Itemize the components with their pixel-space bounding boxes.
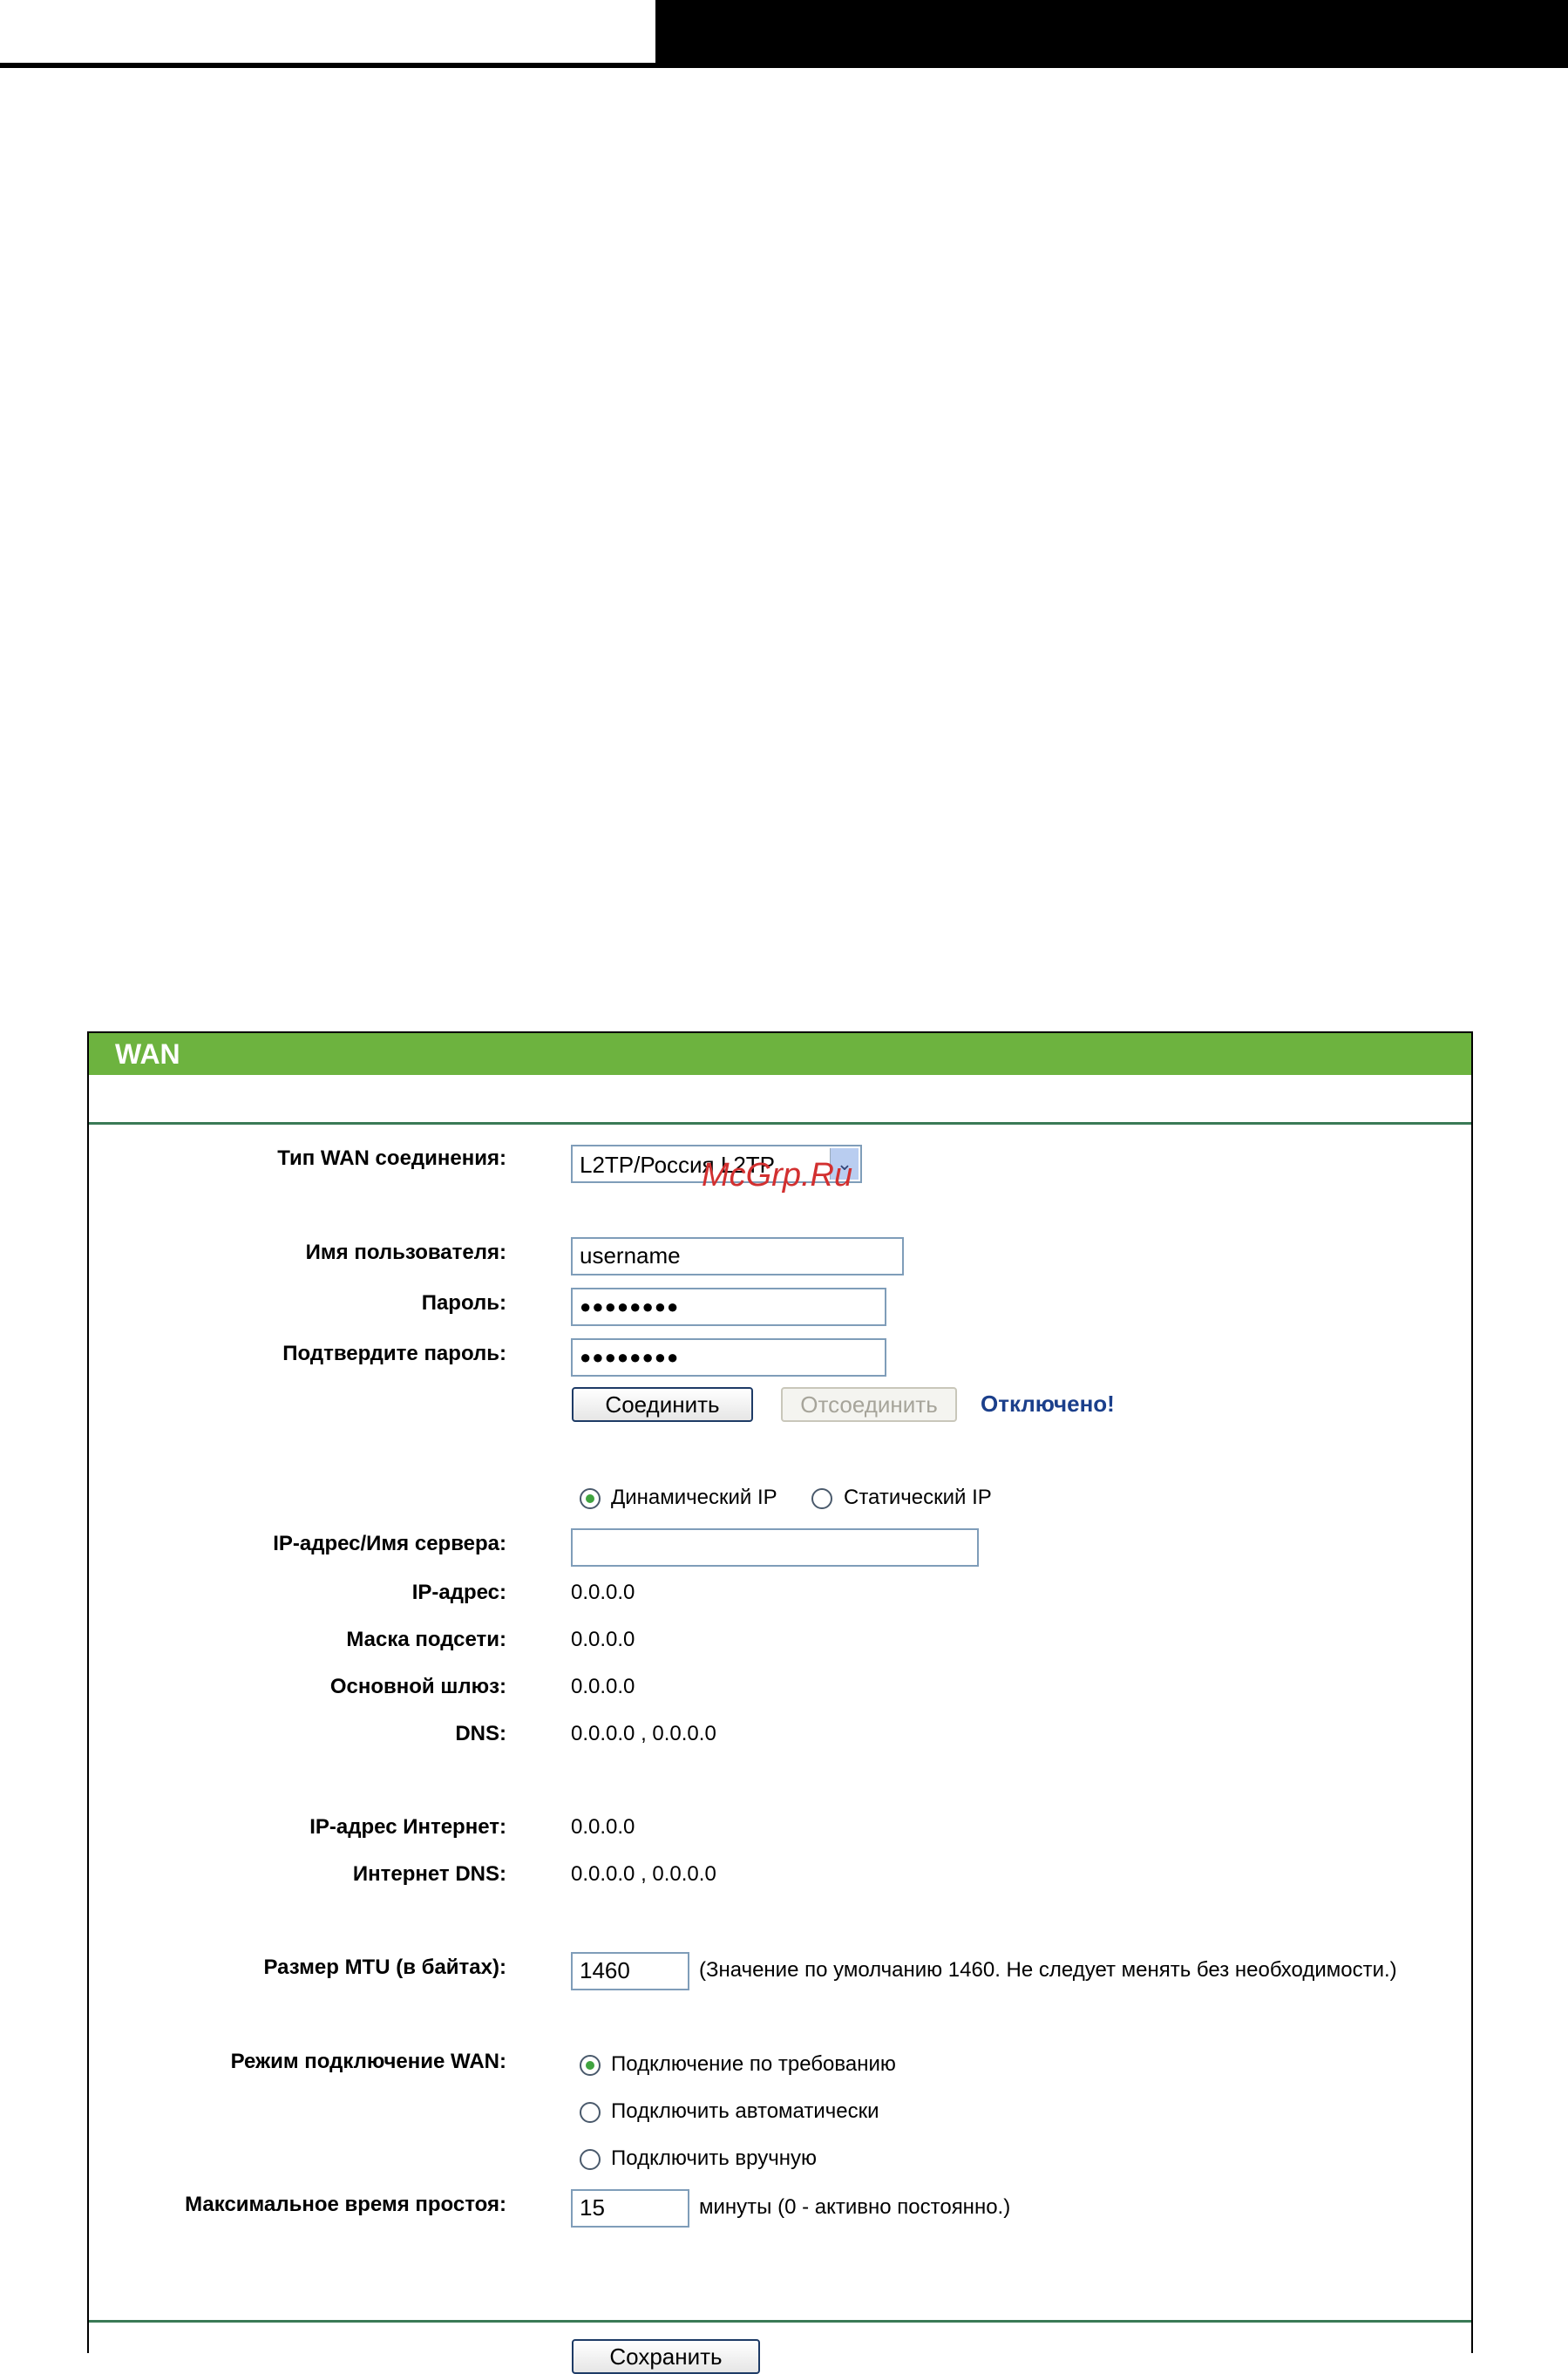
idle-hint: минуты (0 - активно постоянно.) bbox=[699, 2195, 1011, 2219]
divider-top bbox=[89, 1122, 1471, 1125]
wan-mode-option-manual: Подключить вручную bbox=[611, 2146, 817, 2170]
mask-value: 0.0.0.0 bbox=[571, 1628, 635, 1651]
top-dark-banner bbox=[655, 0, 1568, 68]
mask-label: Маска подсети: bbox=[346, 1628, 506, 1651]
connection-status: Отключено! bbox=[981, 1391, 1115, 1417]
inet-dns-label: Интернет DNS: bbox=[352, 1862, 506, 1886]
dns-value: 0.0.0.0 , 0.0.0.0 bbox=[571, 1722, 716, 1745]
watermark: McGrp.Ru bbox=[702, 1157, 853, 1194]
wan-panel: WAN Тип WAN соединения: L2TP/Россия L2TP… bbox=[87, 1031, 1473, 2374]
inet-ip-label: IP-адрес Интернет: bbox=[309, 1815, 506, 1839]
panel-header: WAN bbox=[89, 1033, 1471, 1075]
inet-dns-value: 0.0.0.0 , 0.0.0.0 bbox=[571, 1862, 716, 1886]
wan-mode-radio-manual[interactable] bbox=[580, 2149, 601, 2170]
confirm-password-label: Подтвердите пароль: bbox=[282, 1342, 506, 1365]
confirm-password-field[interactable]: ●●●●●●●● bbox=[571, 1338, 886, 1377]
disconnect-button[interactable]: Отсоединить bbox=[781, 1387, 957, 1422]
password-field[interactable]: ●●●●●●●● bbox=[571, 1288, 886, 1326]
radio-selected-dot bbox=[586, 1494, 594, 1503]
gateway-value: 0.0.0.0 bbox=[571, 1675, 635, 1698]
dynamic-ip-radio[interactable] bbox=[580, 1488, 601, 1509]
panel-title: WAN bbox=[115, 1038, 180, 1070]
idle-field[interactable]: 15 bbox=[571, 2189, 689, 2228]
wan-mode-label: Режим подключение WAN: bbox=[230, 2050, 506, 2073]
server-label: IP-адрес/Имя сервера: bbox=[273, 1532, 506, 1555]
dynamic-ip-label: Динамический IP bbox=[611, 1486, 777, 1509]
password-label: Пароль: bbox=[421, 1291, 506, 1315]
static-ip-label: Статический IP bbox=[844, 1486, 992, 1509]
wan-mode-radio-on-demand[interactable] bbox=[580, 2055, 601, 2076]
wan-type-label: Тип WAN соединения: bbox=[277, 1146, 506, 1170]
divider-bottom bbox=[89, 2320, 1471, 2323]
static-ip-radio[interactable] bbox=[811, 1488, 832, 1509]
ip-value: 0.0.0.0 bbox=[571, 1581, 635, 1604]
mtu-hint: (Значение по умолчанию 1460. Не следует … bbox=[699, 1958, 1397, 1982]
dns-label: DNS: bbox=[455, 1722, 506, 1745]
save-button[interactable]: Сохранить bbox=[572, 2339, 760, 2374]
username-label: Имя пользователя: bbox=[305, 1241, 506, 1264]
ip-label: IP-адрес: bbox=[411, 1581, 506, 1604]
connect-button[interactable]: Соединить bbox=[572, 1387, 753, 1422]
mtu-field[interactable]: 1460 bbox=[571, 1952, 689, 1990]
gateway-label: Основной шлюз: bbox=[329, 1675, 506, 1698]
server-field[interactable] bbox=[571, 1528, 979, 1567]
wan-mode-radio-auto[interactable] bbox=[580, 2102, 601, 2123]
wan-mode-option-auto: Подключить автоматически bbox=[611, 2099, 879, 2123]
idle-label: Максимальное время простоя: bbox=[185, 2193, 506, 2216]
mtu-label: Размер MTU (в байтах): bbox=[263, 1956, 506, 1979]
top-rule bbox=[0, 63, 655, 68]
inet-ip-value: 0.0.0.0 bbox=[571, 1815, 635, 1839]
wan-mode-option-on-demand: Подключение по требованию bbox=[611, 2052, 896, 2076]
radio-selected-dot bbox=[586, 2061, 594, 2070]
username-field[interactable]: username bbox=[571, 1237, 904, 1275]
